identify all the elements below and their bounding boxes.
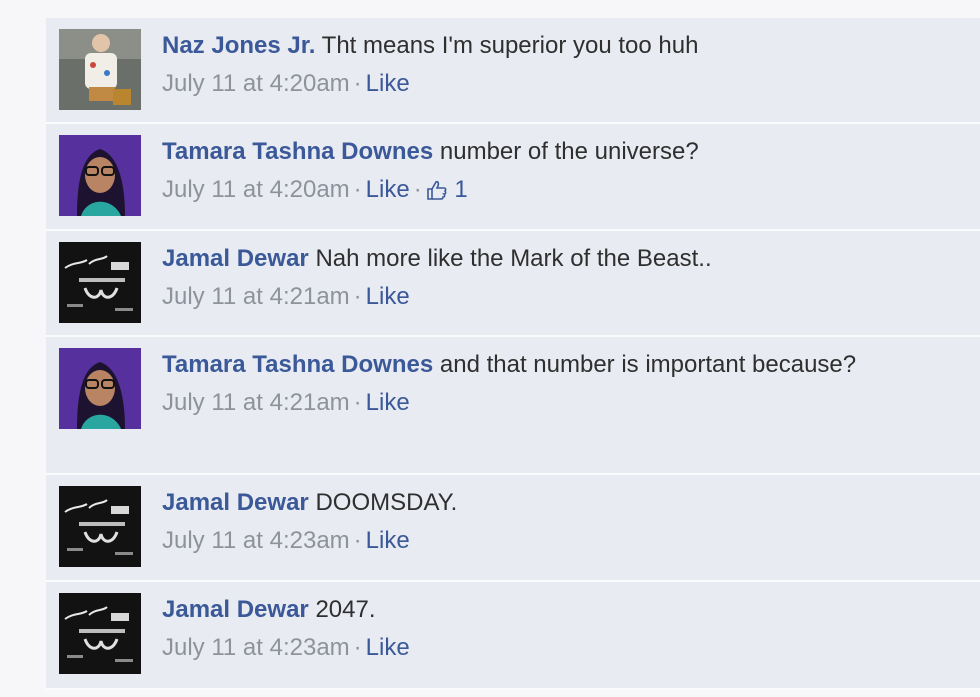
comment-text: number of the universe?: [439, 138, 699, 165]
comment-item: Tamara Tashna Downes and that number is …: [46, 337, 980, 475]
thumbs-up-icon[interactable]: [426, 175, 448, 211]
avatar[interactable]: [59, 348, 141, 429]
comment-meta: July 11 at 4:21am · Like: [162, 279, 960, 315]
comment-thread: Naz Jones Jr. Tht means I'm superior you…: [46, 18, 980, 690]
comment-timestamp[interactable]: July 11 at 4:21am: [162, 283, 350, 310]
comment-author-link[interactable]: Tamara Tashna Downes: [162, 138, 433, 165]
comment-author-link[interactable]: Jamal Dewar: [162, 596, 309, 623]
like-link[interactable]: Like: [366, 70, 410, 97]
comment-meta: July 11 at 4:21am · Like: [162, 385, 960, 421]
meta-separator: ·: [353, 283, 362, 310]
comment-body: Jamal Dewar Nah more like the Mark of th…: [162, 241, 960, 277]
meta-separator: ·: [353, 527, 362, 554]
avatar[interactable]: [59, 29, 141, 110]
comment-item: Naz Jones Jr. Tht means I'm superior you…: [46, 18, 980, 124]
avatar[interactable]: [59, 242, 141, 323]
like-link[interactable]: Like: [366, 283, 410, 310]
comment-meta: July 11 at 4:23am · Like: [162, 523, 960, 559]
like-link[interactable]: Like: [366, 389, 410, 416]
like-count[interactable]: 1: [454, 176, 467, 203]
avatar-photo-woman-glasses: [59, 348, 141, 429]
comment-body: Jamal Dewar DOOMSDAY.: [162, 485, 960, 521]
meta-separator: ·: [353, 634, 362, 661]
avatar[interactable]: [59, 135, 141, 216]
comment-item: Jamal Dewar Nah more like the Mark of th…: [46, 231, 980, 337]
avatar[interactable]: [59, 593, 141, 674]
meta-separator: ·: [353, 389, 362, 416]
avatar-photo-dark-logo: [59, 242, 141, 323]
avatar-photo-woman-glasses: [59, 135, 141, 216]
avatar[interactable]: [59, 486, 141, 567]
like-link[interactable]: Like: [366, 176, 410, 203]
comment-author-link[interactable]: Tamara Tashna Downes: [162, 351, 433, 378]
like-link[interactable]: Like: [366, 634, 410, 661]
comment-body: Tamara Tashna Downes number of the unive…: [162, 134, 960, 170]
meta-separator: ·: [353, 176, 362, 203]
comment-timestamp[interactable]: July 11 at 4:23am: [162, 527, 350, 554]
comment-item: Tamara Tashna Downes number of the unive…: [46, 124, 980, 231]
comment-timestamp[interactable]: July 11 at 4:23am: [162, 634, 350, 661]
comment-body: Tamara Tashna Downes and that number is …: [162, 347, 960, 383]
comment-body: Jamal Dewar 2047.: [162, 592, 960, 628]
comment-text: Nah more like the Mark of the Beast..: [315, 245, 712, 272]
comment-author-link[interactable]: Naz Jones Jr.: [162, 32, 315, 59]
comment-meta: July 11 at 4:23am · Like: [162, 630, 960, 666]
comment-author-link[interactable]: Jamal Dewar: [162, 245, 309, 272]
comment-text: DOOMSDAY.: [315, 489, 458, 516]
avatar-photo-dark-logo: [59, 486, 141, 567]
meta-separator: ·: [353, 70, 362, 97]
comment-item: Jamal Dewar 2047. July 11 at 4:23am · Like: [46, 582, 980, 690]
comment-timestamp[interactable]: July 11 at 4:20am: [162, 176, 350, 203]
comment-author-link[interactable]: Jamal Dewar: [162, 489, 309, 516]
comment-timestamp[interactable]: July 11 at 4:20am: [162, 70, 350, 97]
comment-body: Naz Jones Jr. Tht means I'm superior you…: [162, 28, 960, 64]
comment-meta: July 11 at 4:20am · Like · 1: [162, 172, 960, 211]
avatar-photo-child: [59, 29, 141, 110]
comment-meta: July 11 at 4:20am · Like: [162, 66, 960, 102]
comment-timestamp[interactable]: July 11 at 4:21am: [162, 389, 350, 416]
comment-text: and that number is important because?: [439, 351, 857, 378]
avatar-photo-dark-logo: [59, 593, 141, 674]
like-link[interactable]: Like: [366, 527, 410, 554]
comment-text: 2047.: [315, 596, 376, 623]
meta-separator: ·: [413, 176, 422, 203]
comment-item: Jamal Dewar DOOMSDAY. July 11 at 4:23am ·…: [46, 475, 980, 582]
comment-text: Tht means I'm superior you too huh: [321, 32, 699, 59]
